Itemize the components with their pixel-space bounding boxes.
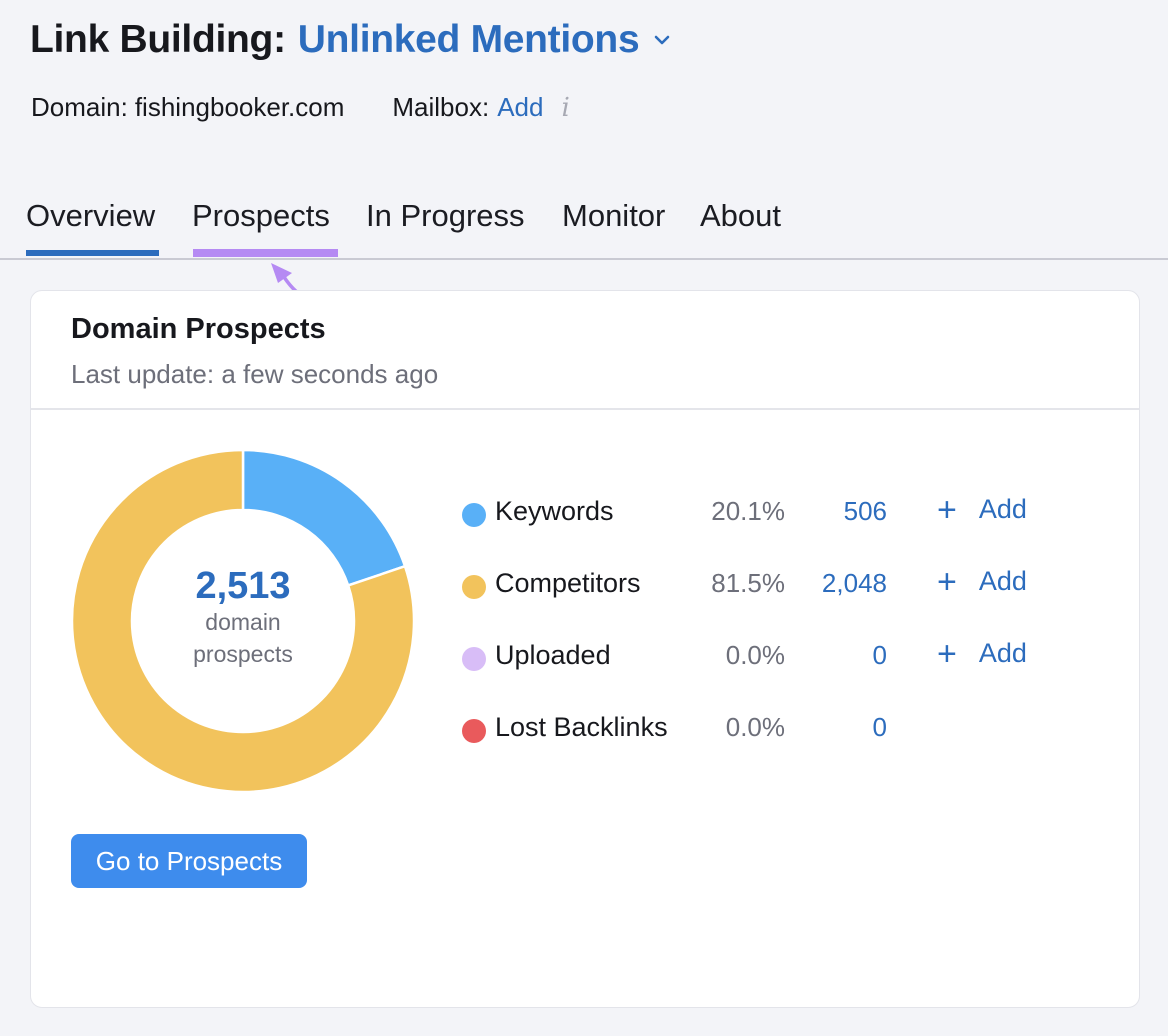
- legend-name: Uploaded: [495, 640, 611, 670]
- add-label: Add: [978, 494, 1027, 524]
- plus-icon: +: [937, 490, 957, 529]
- tab-monitor[interactable]: Monitor: [562, 198, 665, 234]
- legend-dot-lost-backlinks: [462, 719, 486, 743]
- card-title: Domain Prospects: [71, 313, 326, 345]
- card-divider: [31, 408, 1139, 410]
- active-tab-indicator: [26, 250, 159, 256]
- go-to-prospects-button[interactable]: Go to Prospects: [71, 834, 307, 888]
- tab-overview[interactable]: Overview: [26, 198, 155, 234]
- chevron-down-icon[interactable]: [653, 31, 671, 49]
- legend-dot-keywords: [462, 503, 486, 527]
- page-title: Link Building: Unlinked Mentions: [30, 18, 671, 62]
- legend-count-link[interactable]: 2,048: [822, 568, 887, 599]
- legend-percent: 81.5%: [711, 568, 785, 598]
- legend-count-link[interactable]: 506: [844, 496, 887, 527]
- legend-row-keywords: Keywords 20.1% 506 + Add: [461, 491, 1081, 563]
- legend-percent: 20.1%: [711, 496, 785, 526]
- last-update: Last update: a few seconds ago: [71, 359, 439, 389]
- total-prospects-label: domain prospects: [193, 609, 293, 667]
- plus-icon: +: [937, 562, 957, 601]
- meta-row: Domain: fishingbooker.com Mailbox: Add i: [31, 92, 570, 123]
- legend-count-link[interactable]: 0: [873, 712, 887, 743]
- add-uploaded-button[interactable]: + Add: [937, 634, 1027, 673]
- legend-percent: 0.0%: [725, 640, 785, 670]
- page-title-prefix: Link Building:: [30, 18, 286, 61]
- legend-name: Keywords: [495, 496, 614, 526]
- legend-name: Competitors: [495, 568, 641, 598]
- tab-in-progress[interactable]: In Progress: [366, 198, 525, 234]
- plus-icon: +: [937, 634, 957, 673]
- mailbox-label: Mailbox:: [392, 92, 490, 122]
- info-icon[interactable]: i: [561, 93, 569, 123]
- chart-legend: Keywords 20.1% 506 + Add Competitors 81.5% 2,04…: [461, 491, 1081, 779]
- legend-row-competitors: Competitors 81.5% 2,048 + Add: [461, 563, 1081, 635]
- donut-center: 2,513 domain prospects: [71, 449, 415, 793]
- legend-percent: 0.0%: [725, 712, 785, 742]
- add-competitors-button[interactable]: + Add: [937, 562, 1027, 601]
- total-prospects: 2,513: [195, 565, 291, 607]
- tool-selector[interactable]: Unlinked Mentions: [298, 18, 640, 62]
- tab-prospects[interactable]: Prospects: [192, 198, 330, 234]
- legend-dot-competitors: [462, 575, 486, 599]
- legend-name: Lost Backlinks: [495, 712, 668, 742]
- legend-dot-uploaded: [462, 647, 486, 671]
- add-keywords-button[interactable]: + Add: [937, 490, 1027, 529]
- add-label: Add: [978, 638, 1027, 668]
- legend-row-lost-backlinks: Lost Backlinks 0.0% 0: [461, 707, 1081, 779]
- legend-count-link[interactable]: 0: [873, 640, 887, 671]
- tab-bar: Overview Prospects In Progress Monitor A…: [0, 190, 1168, 260]
- domain-label: Domain:: [31, 92, 128, 122]
- domain-value: fishingbooker.com: [134, 92, 345, 122]
- mailbox-add-link[interactable]: Add: [497, 92, 543, 123]
- tab-about[interactable]: About: [700, 198, 781, 234]
- domain-prospects-card: Domain Prospects Last update: a few seco…: [30, 290, 1140, 1008]
- add-label: Add: [978, 566, 1027, 596]
- legend-row-uploaded: Uploaded 0.0% 0 + Add: [461, 635, 1081, 707]
